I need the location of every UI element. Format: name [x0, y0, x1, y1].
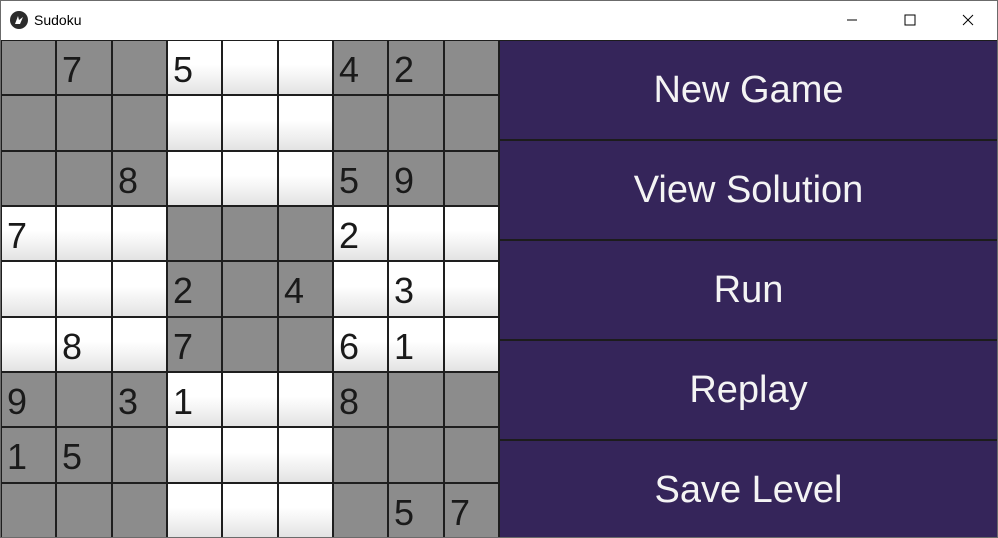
- new-game-button[interactable]: New Game: [500, 41, 997, 139]
- sudoku-cell-r4c4[interactable]: [167, 206, 222, 261]
- sudoku-cell-r5c5[interactable]: [222, 261, 278, 317]
- sudoku-cell-r1c7[interactable]: 4: [333, 40, 388, 95]
- sudoku-cell-r2c6[interactable]: [278, 95, 333, 151]
- close-button[interactable]: [939, 1, 997, 39]
- sudoku-cell-r6c3[interactable]: [112, 317, 167, 372]
- sudoku-cell-r7c4[interactable]: 1: [167, 372, 222, 427]
- sudoku-cell-r9c8[interactable]: 5: [388, 483, 444, 537]
- sudoku-cell-r8c6[interactable]: [278, 427, 333, 483]
- sudoku-cell-r6c5[interactable]: [222, 317, 278, 372]
- sudoku-cell-r1c6[interactable]: [278, 40, 333, 95]
- sudoku-cell-r7c1[interactable]: 9: [1, 372, 56, 427]
- action-panel: New Game View Solution Run Replay Save L…: [499, 40, 997, 537]
- sudoku-cell-r1c8[interactable]: 2: [388, 40, 444, 95]
- sudoku-cell-r8c3[interactable]: [112, 427, 167, 483]
- sudoku-cell-r2c3[interactable]: [112, 95, 167, 151]
- sudoku-cell-r7c5[interactable]: [222, 372, 278, 427]
- sudoku-cell-r5c4[interactable]: 2: [167, 261, 222, 317]
- sudoku-cell-r8c8[interactable]: [388, 427, 444, 483]
- sudoku-cell-r9c6[interactable]: [278, 483, 333, 537]
- sudoku-cell-r1c9[interactable]: [444, 40, 499, 95]
- sudoku-cell-r9c3[interactable]: [112, 483, 167, 537]
- sudoku-cell-r5c9[interactable]: [444, 261, 499, 317]
- sudoku-cell-r3c5[interactable]: [222, 151, 278, 206]
- view-solution-button[interactable]: View Solution: [500, 141, 997, 239]
- kivy-icon: [10, 11, 28, 29]
- sudoku-board: 754285972243876193181557: [1, 40, 499, 537]
- sudoku-cell-r3c2[interactable]: [56, 151, 112, 206]
- sudoku-cell-r1c1[interactable]: [1, 40, 56, 95]
- sudoku-cell-r8c5[interactable]: [222, 427, 278, 483]
- window-title: Sudoku: [34, 12, 82, 28]
- sudoku-cell-r3c7[interactable]: 5: [333, 151, 388, 206]
- replay-button[interactable]: Replay: [500, 341, 997, 439]
- sudoku-cell-r8c4[interactable]: [167, 427, 222, 483]
- sudoku-cell-r1c3[interactable]: [112, 40, 167, 95]
- sudoku-cell-r5c8[interactable]: 3: [388, 261, 444, 317]
- sudoku-cell-r3c8[interactable]: 9: [388, 151, 444, 206]
- sudoku-cell-r1c2[interactable]: 7: [56, 40, 112, 95]
- sudoku-cell-r2c5[interactable]: [222, 95, 278, 151]
- sudoku-cell-r3c6[interactable]: [278, 151, 333, 206]
- sudoku-cell-r6c6[interactable]: [278, 317, 333, 372]
- sudoku-cell-r3c3[interactable]: 8: [112, 151, 167, 206]
- sudoku-cell-r2c2[interactable]: [56, 95, 112, 151]
- sudoku-cell-r9c9[interactable]: 7: [444, 483, 499, 537]
- sudoku-cell-r4c1[interactable]: 7: [1, 206, 56, 261]
- sudoku-cell-r1c4[interactable]: 5: [167, 40, 222, 95]
- sudoku-cell-r6c8[interactable]: 1: [388, 317, 444, 372]
- sudoku-cell-r2c4[interactable]: [167, 95, 222, 151]
- sudoku-cell-r9c4[interactable]: [167, 483, 222, 537]
- sudoku-cell-r8c1[interactable]: 1: [1, 427, 56, 483]
- sudoku-cell-r9c5[interactable]: [222, 483, 278, 537]
- sudoku-cell-r5c7[interactable]: [333, 261, 388, 317]
- save-level-button[interactable]: Save Level: [500, 441, 997, 537]
- sudoku-cell-r4c8[interactable]: [388, 206, 444, 261]
- sudoku-cell-r8c2[interactable]: 5: [56, 427, 112, 483]
- sudoku-cell-r4c6[interactable]: [278, 206, 333, 261]
- sudoku-cell-r4c2[interactable]: [56, 206, 112, 261]
- sudoku-cell-r9c2[interactable]: [56, 483, 112, 537]
- sudoku-cell-r7c8[interactable]: [388, 372, 444, 427]
- sudoku-cell-r3c4[interactable]: [167, 151, 222, 206]
- sudoku-cell-r7c9[interactable]: [444, 372, 499, 427]
- sudoku-cell-r2c1[interactable]: [1, 95, 56, 151]
- title-bar[interactable]: Sudoku: [1, 1, 997, 39]
- sudoku-cell-r6c7[interactable]: 6: [333, 317, 388, 372]
- close-icon: [962, 14, 974, 26]
- sudoku-cell-r5c1[interactable]: [1, 261, 56, 317]
- sudoku-cell-r9c7[interactable]: [333, 483, 388, 537]
- sudoku-cell-r3c9[interactable]: [444, 151, 499, 206]
- sudoku-cell-r9c1[interactable]: [1, 483, 56, 537]
- sudoku-cell-r8c7[interactable]: [333, 427, 388, 483]
- maximize-icon: [904, 14, 916, 26]
- minimize-icon: [847, 19, 857, 21]
- sudoku-cell-r4c7[interactable]: 2: [333, 206, 388, 261]
- sudoku-cell-r7c6[interactable]: [278, 372, 333, 427]
- sudoku-cell-r2c8[interactable]: [388, 95, 444, 151]
- sudoku-cell-r4c9[interactable]: [444, 206, 499, 261]
- sudoku-cell-r6c9[interactable]: [444, 317, 499, 372]
- sudoku-cell-r7c7[interactable]: 8: [333, 372, 388, 427]
- sudoku-cell-r8c9[interactable]: [444, 427, 499, 483]
- sudoku-cell-r2c9[interactable]: [444, 95, 499, 151]
- sudoku-cell-r4c5[interactable]: [222, 206, 278, 261]
- sudoku-cell-r3c1[interactable]: [1, 151, 56, 206]
- sudoku-cell-r5c6[interactable]: 4: [278, 261, 333, 317]
- app-window: Sudoku 754285972243876193181557 New Game…: [0, 0, 998, 538]
- sudoku-cell-r1c5[interactable]: [222, 40, 278, 95]
- sudoku-cell-r7c2[interactable]: [56, 372, 112, 427]
- sudoku-cell-r5c2[interactable]: [56, 261, 112, 317]
- sudoku-cell-r7c3[interactable]: 3: [112, 372, 167, 427]
- sudoku-cell-r2c7[interactable]: [333, 95, 388, 151]
- sudoku-cell-r6c4[interactable]: 7: [167, 317, 222, 372]
- sudoku-cell-r4c3[interactable]: [112, 206, 167, 261]
- minimize-button[interactable]: [823, 1, 881, 39]
- sudoku-cell-r6c2[interactable]: 8: [56, 317, 112, 372]
- sudoku-cell-r5c3[interactable]: [112, 261, 167, 317]
- maximize-button[interactable]: [881, 1, 939, 39]
- sudoku-cell-r6c1[interactable]: [1, 317, 56, 372]
- run-button[interactable]: Run: [500, 241, 997, 339]
